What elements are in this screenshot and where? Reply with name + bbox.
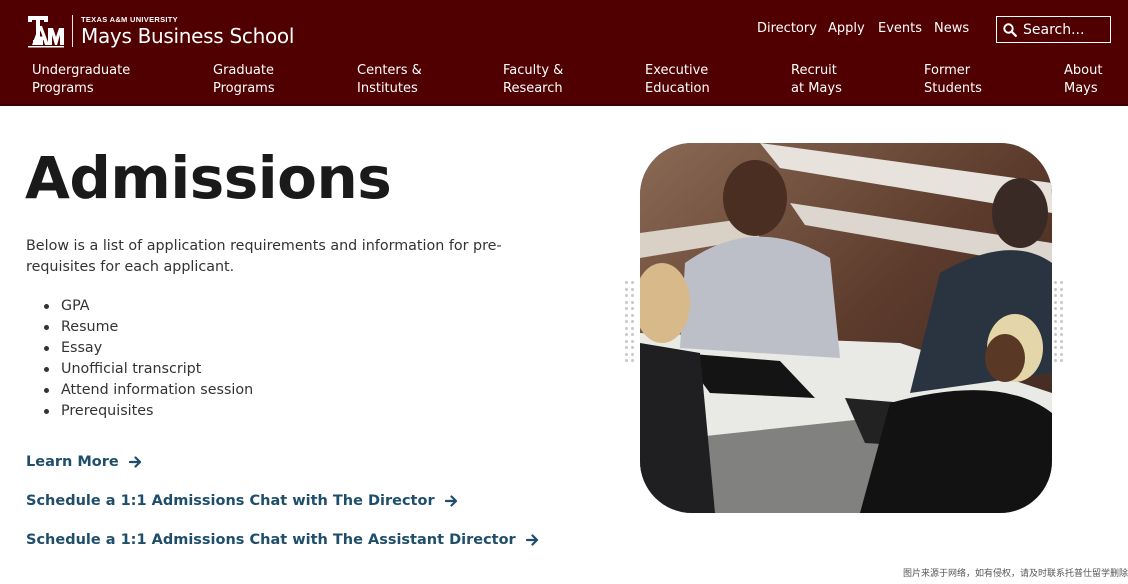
site-header: TEXAS A&M UNIVERSITY Mays Business Schoo…: [0, 0, 1128, 106]
list-item: Attend information session: [44, 380, 253, 401]
nav-label-line2: Research: [503, 81, 563, 96]
bullet: [44, 325, 49, 330]
watermark-text: 图片来源于网络，如有侵权，请及时联系托普仕留学删除: [902, 569, 1128, 579]
bullet: [44, 346, 49, 351]
nav-centers-institutes[interactable]: Centers & Institutes: [357, 62, 422, 98]
utility-link-news[interactable]: News: [934, 21, 969, 36]
page-title: Admissions: [25, 144, 392, 212]
nav-faculty-research[interactable]: Faculty & Research: [503, 62, 563, 98]
bullet: [44, 304, 49, 309]
list-item: Unofficial transcript: [44, 359, 253, 380]
nav-label-line1: Undergraduate: [32, 63, 131, 78]
site-logo[interactable]: TEXAS A&M UNIVERSITY Mays Business Schoo…: [26, 14, 294, 48]
utility-link-events[interactable]: Events: [878, 21, 922, 36]
decorative-dots-right: [1054, 281, 1066, 366]
schedule-assistant-director-chat-link[interactable]: Schedule a 1:1 Admissions Chat with The …: [26, 532, 539, 548]
admissions-photo: [640, 143, 1052, 513]
logo-divider: [72, 15, 73, 47]
search-box[interactable]: [996, 16, 1111, 43]
intro-text: Below is a list of application requireme…: [26, 238, 502, 275]
list-item: Essay: [44, 338, 253, 359]
atm-logo-icon: [26, 14, 66, 48]
nav-label-line2: Mays: [1064, 81, 1098, 96]
arrow-right-icon: [525, 534, 538, 546]
nav-about-mays[interactable]: About Mays: [1064, 62, 1102, 98]
list-item: GPA: [44, 296, 253, 317]
logo-school-name: Mays Business School: [81, 24, 295, 48]
learn-more-link[interactable]: Learn More: [26, 454, 142, 470]
nav-label-line2: Institutes: [357, 81, 418, 96]
bullet: [44, 388, 49, 393]
nav-label-line2: at Mays: [791, 81, 842, 96]
decorative-dots-left: [625, 281, 637, 366]
requirement-label: Essay: [61, 340, 103, 356]
nav-label-line1: Former: [924, 63, 971, 78]
nav-label-line2: Education: [645, 81, 710, 96]
nav-label-line2: Programs: [32, 81, 94, 96]
search-icon: [1003, 22, 1017, 37]
nav-label-line1: Faculty &: [503, 63, 564, 78]
logo-text: TEXAS A&M UNIVERSITY Mays Business Schoo…: [81, 15, 294, 47]
link-label: Schedule a 1:1 Admissions Chat with The …: [26, 532, 516, 548]
nav-graduate-programs[interactable]: Graduate Programs: [213, 62, 275, 98]
arrow-right-icon: [128, 456, 141, 468]
utility-link-directory[interactable]: Directory: [757, 21, 817, 36]
requirement-label: Attend information session: [61, 382, 254, 398]
nav-label-line1: Executive: [645, 63, 709, 78]
bullet: [44, 409, 49, 414]
requirement-label: GPA: [61, 298, 90, 314]
nav-label-line2: Programs: [213, 81, 275, 96]
schedule-director-chat-link[interactable]: Schedule a 1:1 Admissions Chat with The …: [26, 493, 458, 509]
search-input[interactable]: [1023, 21, 1103, 38]
requirements-list: GPA Resume Essay Unofficial transcript A…: [44, 296, 253, 422]
nav-label-line1: Recruit: [791, 63, 837, 78]
link-label: Schedule a 1:1 Admissions Chat with The …: [26, 493, 435, 509]
nav-label-line1: Graduate: [213, 63, 274, 78]
requirement-label: Prerequisites: [61, 403, 154, 419]
requirement-label: Unofficial transcript: [61, 361, 202, 377]
logo-university: TEXAS A&M UNIVERSITY: [81, 15, 178, 24]
nav-executive-education[interactable]: Executive Education: [645, 62, 710, 98]
main-nav: Undergraduate Programs Graduate Programs C…: [0, 62, 1128, 102]
list-item: Resume: [44, 317, 253, 338]
nav-former-students[interactable]: Former Students: [924, 62, 982, 98]
utility-link-apply[interactable]: Apply: [828, 21, 865, 36]
nav-label-line2: Students: [924, 81, 982, 96]
list-item: Prerequisites: [44, 401, 253, 422]
nav-undergraduate-programs[interactable]: Undergraduate Programs: [32, 62, 130, 98]
nav-recruit-at-mays[interactable]: Recruit at Mays: [791, 62, 842, 98]
nav-label-line1: Centers &: [357, 63, 422, 78]
arrow-right-icon: [444, 495, 457, 507]
requirement-label: Resume: [61, 319, 119, 335]
bullet: [44, 367, 49, 372]
nav-label-line1: About: [1064, 63, 1103, 78]
link-label: Learn More: [26, 454, 119, 470]
